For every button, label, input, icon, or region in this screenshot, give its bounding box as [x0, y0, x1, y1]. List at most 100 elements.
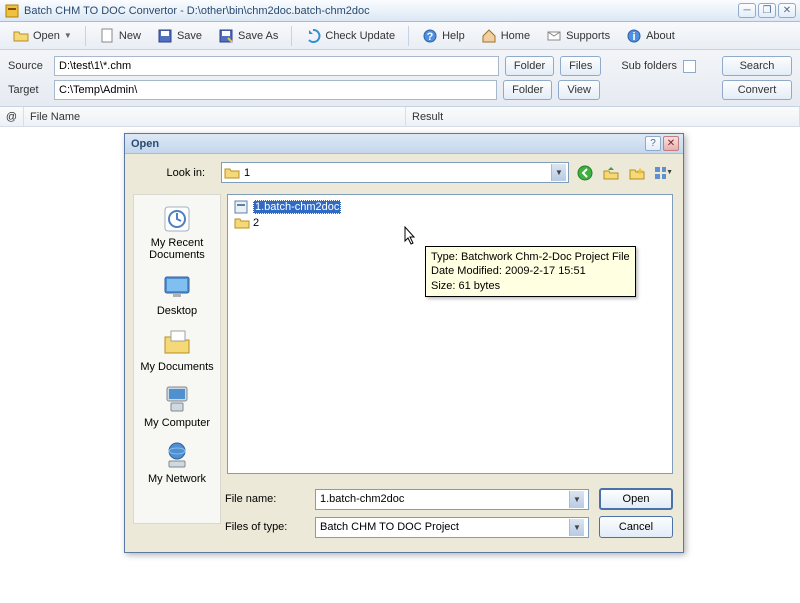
check-update-button[interactable]: Check Update	[298, 25, 402, 47]
save-label: Save	[177, 30, 202, 42]
tooltip-line: Size: 61 bytes	[431, 279, 630, 293]
svg-text:i: i	[633, 31, 636, 43]
dialog-title: Open	[129, 138, 645, 150]
place-mydocs-label: My Documents	[140, 361, 213, 373]
separator	[291, 26, 292, 46]
place-desktop[interactable]: Desktop	[135, 267, 219, 321]
open-dialog: Open ? ✕ Look in: 1 ▼ ▼	[124, 133, 684, 553]
open-button[interactable]: Open ▼	[6, 25, 79, 47]
info-icon: i	[626, 28, 642, 44]
home-button[interactable]: Home	[474, 25, 537, 47]
maximize-button[interactable]: ❐	[758, 3, 776, 18]
titlebar: Batch CHM TO DOC Convertor - D:\other\bi…	[0, 0, 800, 22]
search-button[interactable]: Search	[722, 56, 792, 76]
place-mycomp[interactable]: My Computer	[135, 379, 219, 433]
file-name: 2	[253, 217, 259, 229]
place-recent[interactable]: My Recent Documents	[135, 199, 219, 265]
place-mycomp-label: My Computer	[144, 417, 210, 429]
list-header: @ File Name Result	[0, 107, 800, 127]
file-list[interactable]: 1.batch-chm2doc 2	[227, 194, 673, 474]
recent-icon	[161, 203, 193, 235]
chevron-down-icon: ▼	[551, 164, 566, 181]
file-name: 1.batch-chm2doc	[253, 200, 341, 214]
open-label: Open	[33, 30, 60, 42]
minimize-button[interactable]: ─	[738, 3, 756, 18]
close-button[interactable]: ✕	[778, 3, 796, 18]
desktop-icon	[161, 271, 193, 303]
svg-text:?: ?	[427, 31, 434, 43]
check-update-label: Check Update	[325, 30, 395, 42]
target-input[interactable]	[54, 80, 497, 100]
save-button[interactable]: Save	[150, 25, 209, 47]
saveas-button[interactable]: Save As	[211, 25, 285, 47]
lookin-value: 1	[244, 167, 551, 179]
back-button[interactable]	[575, 163, 595, 183]
subfolders-checkbox[interactable]	[683, 60, 696, 73]
place-mydocs[interactable]: My Documents	[135, 323, 219, 377]
help-label: Help	[442, 30, 465, 42]
new-button[interactable]: New	[92, 25, 148, 47]
chevron-down-icon: ▼	[569, 491, 584, 508]
save-icon	[157, 28, 173, 44]
dialog-help-button[interactable]: ?	[645, 136, 661, 151]
views-button[interactable]: ▼	[653, 163, 673, 183]
new-icon	[99, 28, 115, 44]
lookin-label: Look in:	[135, 167, 215, 179]
app-icon	[4, 3, 20, 19]
file-item[interactable]: 1.batch-chm2doc	[232, 199, 668, 215]
filetype-label: Files of type:	[225, 521, 305, 533]
separator	[85, 26, 86, 46]
about-label: About	[646, 30, 675, 42]
filetype-combo[interactable]: Batch CHM TO DOC Project ▼	[315, 517, 589, 538]
help-button[interactable]: ? Help	[415, 25, 472, 47]
new-label: New	[119, 30, 141, 42]
home-icon	[481, 28, 497, 44]
window-title: Batch CHM TO DOC Convertor - D:\other\bi…	[24, 5, 738, 17]
main-area: Open ? ✕ Look in: 1 ▼ ▼	[0, 127, 800, 603]
dialog-cancel-button[interactable]: Cancel	[599, 516, 673, 538]
filename-label: File name:	[225, 493, 305, 505]
main-toolbar: Open ▼ New Save Save As Check Update ? H…	[0, 22, 800, 50]
about-button[interactable]: i About	[619, 25, 682, 47]
project-file-icon	[234, 200, 250, 214]
saveas-icon	[218, 28, 234, 44]
place-mynet[interactable]: My Network	[135, 435, 219, 489]
place-mynet-label: My Network	[148, 473, 206, 485]
supports-button[interactable]: Supports	[539, 25, 617, 47]
filename-combo[interactable]: 1.batch-chm2doc ▼	[315, 489, 589, 510]
target-folder-button[interactable]: Folder	[503, 80, 552, 100]
source-folder-button[interactable]: Folder	[505, 56, 554, 76]
separator	[408, 26, 409, 46]
col-result[interactable]: Result	[406, 107, 800, 126]
convert-button[interactable]: Convert	[722, 80, 792, 100]
file-tooltip: Type: Batchwork Chm-2-Doc Project File D…	[425, 246, 636, 297]
place-recent-label: My Recent Documents	[135, 237, 219, 261]
update-icon	[305, 28, 321, 44]
place-desktop-label: Desktop	[157, 305, 197, 317]
subfolders-label: Sub folders	[621, 60, 677, 72]
target-view-button[interactable]: View	[558, 80, 600, 100]
saveas-label: Save As	[238, 30, 278, 42]
file-item[interactable]: 2	[232, 215, 668, 231]
documents-icon	[161, 327, 193, 359]
dialog-open-button[interactable]: Open	[599, 488, 673, 510]
col-filename[interactable]: File Name	[24, 107, 406, 126]
tooltip-line: Date Modified: 2009-2-17 15:51	[431, 264, 630, 278]
lookin-combo[interactable]: 1 ▼	[221, 162, 569, 183]
up-button[interactable]	[601, 163, 621, 183]
target-label: Target	[8, 84, 48, 96]
tooltip-line: Type: Batchwork Chm-2-Doc Project File	[431, 250, 630, 264]
chevron-down-icon: ▼	[569, 519, 584, 536]
source-input[interactable]	[54, 56, 499, 76]
supports-label: Supports	[566, 30, 610, 42]
col-at[interactable]: @	[0, 107, 24, 126]
dialog-titlebar: Open ? ✕	[125, 134, 683, 154]
dialog-close-button[interactable]: ✕	[663, 136, 679, 151]
new-folder-button[interactable]	[627, 163, 647, 183]
source-files-button[interactable]: Files	[560, 56, 601, 76]
dropdown-icon: ▼	[64, 31, 72, 40]
filetype-value: Batch CHM TO DOC Project	[320, 521, 569, 533]
computer-icon	[161, 383, 193, 415]
places-bar: My Recent Documents Desktop My Documents…	[133, 194, 221, 524]
open-icon	[13, 28, 29, 44]
